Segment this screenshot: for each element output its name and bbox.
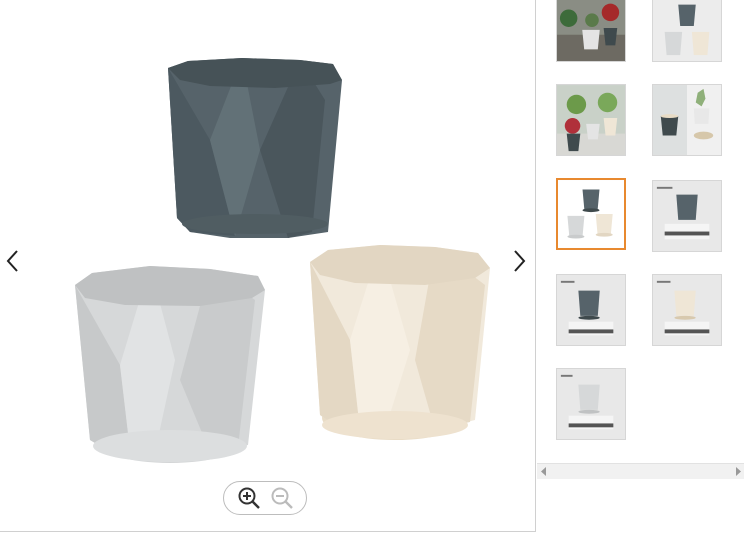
thumbnail-7[interactable] [556,274,626,346]
grey-pot [75,266,265,463]
scroll-left-icon[interactable] [540,467,548,476]
thumbnail-3[interactable] [556,84,626,156]
cream-pot [310,245,490,440]
grey-pot-size-chart [557,369,625,439]
previous-image-button[interactable] [0,246,24,276]
zoom-out-icon [271,487,293,509]
chevron-left-icon [6,250,18,272]
three-pots-photo [653,0,721,61]
scroll-right-icon[interactable] [734,467,742,476]
pots-with-plants-window-photo [557,85,625,155]
chevron-right-icon [514,250,526,272]
zoom-in-button[interactable] [236,485,262,511]
image-viewer [0,0,536,532]
cream-pot-size-chart [653,275,721,345]
dark-pot-size-chart [653,181,721,251]
zoom-controls [223,481,307,515]
thumbnail-8[interactable] [652,274,722,346]
thumbnail-5[interactable] [556,178,626,250]
dark-pot [168,58,342,238]
pots-with-plants-photo [557,0,625,61]
zoom-out-button[interactable] [269,485,295,511]
thumbnail-6[interactable] [652,180,722,252]
next-image-button[interactable] [508,246,532,276]
thumbnail-4[interactable] [652,84,722,156]
three-pots-photo [558,180,624,248]
thumbnail-1[interactable] [556,0,626,62]
thumbnail-list [536,0,744,463]
main-product-image[interactable] [30,0,510,480]
dark-pot-size-chart [557,275,625,345]
zoom-in-icon [238,487,260,509]
thumbnail-scrollbar[interactable] [537,463,744,479]
thumbnail-2[interactable] [652,0,722,62]
thumbnail-9[interactable] [556,368,626,440]
pot-with-succulent-photo [653,85,721,155]
